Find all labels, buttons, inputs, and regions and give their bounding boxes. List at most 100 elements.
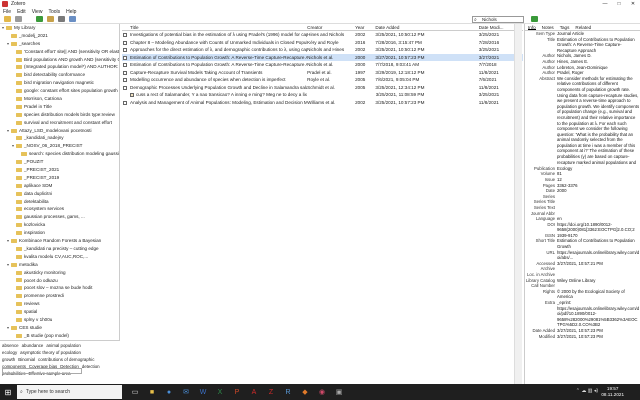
collection-item[interactable]: survival and recruitment and constant ef… [0, 119, 119, 127]
rstudio-icon[interactable]: R [281, 386, 295, 398]
collection-item[interactable]: ▾ Attazy_LSD_modelovani pocetnosti [0, 127, 119, 135]
powerpoint-icon[interactable]: P [230, 386, 244, 398]
collection-item[interactable]: _kandidati_nadejny [0, 134, 119, 142]
item-row[interactable]: Approaches for the direct estimation of … [122, 46, 523, 54]
collection-item[interactable]: _PRECIST_2021 [0, 166, 119, 174]
collection-item[interactable]: Morrison, Catriona [0, 95, 119, 103]
collection-item[interactable]: splny v 1h00u [0, 316, 119, 324]
collection-item[interactable]: (Integrated population model*) AND AUTHO… [0, 63, 119, 71]
collection-item[interactable]: search: species distribution modeling ga… [0, 150, 119, 158]
info-field-value[interactable]: Estimation of Contributions to Populatio… [557, 238, 640, 249]
items-scrollbar[interactable] [514, 24, 522, 384]
collection-item[interactable]: spatial [0, 308, 119, 316]
menu-help[interactable]: Help [66, 9, 76, 15]
collection-item[interactable]: pocet do odkazu [0, 277, 119, 285]
tag-item[interactable]: absence [2, 343, 19, 348]
menu-tools[interactable]: Tools [48, 9, 60, 15]
collection-item[interactable]: ▾ _NOSV_06_2018_PRECIST [0, 142, 119, 150]
collection-item[interactable]: bird migration navigation magnetic [0, 79, 119, 87]
collection-item[interactable]: _PRECIST_2019 [0, 174, 119, 182]
collection-item[interactable]: species distribution models birds type:r… [0, 111, 119, 119]
collection-item[interactable]: detektabilita [0, 198, 119, 206]
collection-item[interactable]: ▾ My Library [0, 24, 119, 32]
item-row[interactable]: Chapter 8 – Modeling Abundance with Coun… [122, 39, 523, 47]
add-note-icon[interactable] [47, 16, 54, 22]
collection-item[interactable]: promenne prostredi [0, 292, 119, 300]
app-icon-2[interactable]: ◉ [315, 386, 329, 398]
word-icon[interactable]: W [196, 386, 210, 398]
task-view-icon[interactable]: ▭ [128, 386, 142, 398]
menu-view[interactable]: View [32, 9, 43, 15]
column-title[interactable]: Title [122, 24, 307, 30]
collection-item[interactable]: akusticky monitoring [0, 269, 119, 277]
menu-edit[interactable]: Edit [17, 9, 26, 15]
attachment-icon[interactable] [58, 16, 65, 22]
sync-icon[interactable] [531, 16, 538, 22]
mail-icon[interactable]: ✉ [179, 386, 193, 398]
collection-item[interactable]: inspiration [0, 229, 119, 237]
clock[interactable]: 19:57 08.11.2021 [601, 386, 624, 398]
item-row[interactable]: Demographic Processes Underlying Populat… [122, 84, 523, 92]
info-field-value[interactable]: https://doi.org/10.1890/0012-9658(2000)0… [557, 222, 640, 233]
item-row[interactable]: cuss a rect of Salamander, Y a nao trans… [122, 91, 523, 99]
collection-item[interactable]: _modelj_2021 [0, 32, 119, 40]
tag-item[interactable]: abundance [22, 343, 44, 348]
info-field-value[interactable]: © 2000 by the Ecological Society of Amer… [557, 289, 640, 300]
item-row[interactable]: Analysis and Management of Animal Popula… [122, 99, 523, 107]
collection-item[interactable]: ▾ metodika [0, 261, 119, 269]
collection-item[interactable]: google: constant effort sites population… [0, 87, 119, 95]
menu-file[interactable]: File [3, 9, 11, 15]
info-field-value[interactable]: 3/27/2021, 10:57:23 PM [557, 334, 640, 340]
collection-item[interactable]: 'Constant effort' site|| AND (sensitivit… [0, 48, 119, 56]
locate-icon[interactable] [69, 16, 76, 22]
tab-tags[interactable]: Tags [560, 24, 570, 30]
new-collection-icon[interactable] [4, 16, 11, 22]
collection-item[interactable]: Pradel in Title [0, 103, 119, 111]
filter-icon[interactable] [15, 16, 22, 22]
column-creator[interactable]: Creator [307, 24, 355, 30]
tab-related[interactable]: Related [575, 24, 591, 30]
collection-item[interactable]: ecosystem services [0, 205, 119, 213]
collection-item[interactable]: ▾ Kombinace Random Forests a Bayesian [0, 237, 119, 245]
start-button[interactable]: ⊞ [0, 384, 16, 400]
collection-item[interactable]: Bird populations AND growth AND (sensiti… [0, 56, 119, 64]
item-row[interactable]: Capture-Recapture Survival Models Taking… [122, 69, 523, 77]
minimize-button[interactable]: — [598, 0, 612, 8]
collection-item[interactable]: ▾ CES studie [0, 324, 119, 332]
acrobat-icon[interactable]: A [247, 386, 261, 398]
maximize-button[interactable]: □ [612, 0, 626, 8]
collection-item[interactable]: _B studie (pop model) [0, 332, 119, 340]
tab-notes[interactable]: Notes [542, 24, 554, 30]
browser-icon[interactable]: ● [162, 386, 176, 398]
item-row[interactable]: Estimation of Contributions to Populatio… [122, 61, 523, 69]
tab-info[interactable]: Info [528, 24, 536, 30]
column-year[interactable]: Year [355, 24, 375, 30]
info-field-value[interactable]: _eprint: https://esajournals.onlinelibra… [557, 300, 640, 328]
collection-item[interactable]: aplikace SDM [0, 182, 119, 190]
collection-item[interactable]: bird detectability conformance [0, 71, 119, 79]
tag-filter-input[interactable] [2, 368, 82, 374]
collection-item[interactable]: _POUZIT [0, 158, 119, 166]
explorer-icon[interactable]: ■ [145, 386, 159, 398]
collection-item[interactable]: data duplicitni [0, 190, 119, 198]
collection-item[interactable]: kozlovicka [0, 221, 119, 229]
collection-item[interactable]: pocet slov – mozna se bude hodit [0, 284, 119, 292]
item-row[interactable]: Modelling occurrence and abundance of sp… [122, 76, 523, 84]
excel-icon[interactable]: X [213, 386, 227, 398]
item-row[interactable]: Estimation of Contributions to Populatio… [122, 53, 523, 61]
info-field-value[interactable]: https://esajournals.onlinelibrary.wiley.… [557, 250, 640, 261]
search-input[interactable]: ⌕ Nichols [472, 16, 524, 23]
collection-item[interactable]: _kandidati na precisty – cutting edge [0, 245, 119, 253]
tag-item[interactable]: Binomial [18, 357, 35, 362]
taskbar-search[interactable]: ⌕ Type here to search [17, 385, 122, 399]
system-tray-icons[interactable]: ⌃ ☁ ▥ ◂) [576, 388, 598, 394]
info-field-value[interactable]: We consider methods for estimating the r… [557, 76, 640, 166]
app-icon[interactable]: ◆ [298, 386, 312, 398]
close-button[interactable]: ✕ [626, 0, 640, 8]
info-field-value[interactable]: Estimation of Contributions to Populatio… [557, 37, 640, 54]
collection-item[interactable]: ▾ _searches [0, 40, 119, 48]
new-item-icon[interactable] [36, 16, 43, 22]
column-date-added[interactable]: Date Added [375, 24, 478, 30]
collection-item[interactable]: kvalita modelu CV,AUC,ROC,... [0, 253, 119, 261]
zotero-task-icon[interactable]: Z [264, 386, 278, 398]
